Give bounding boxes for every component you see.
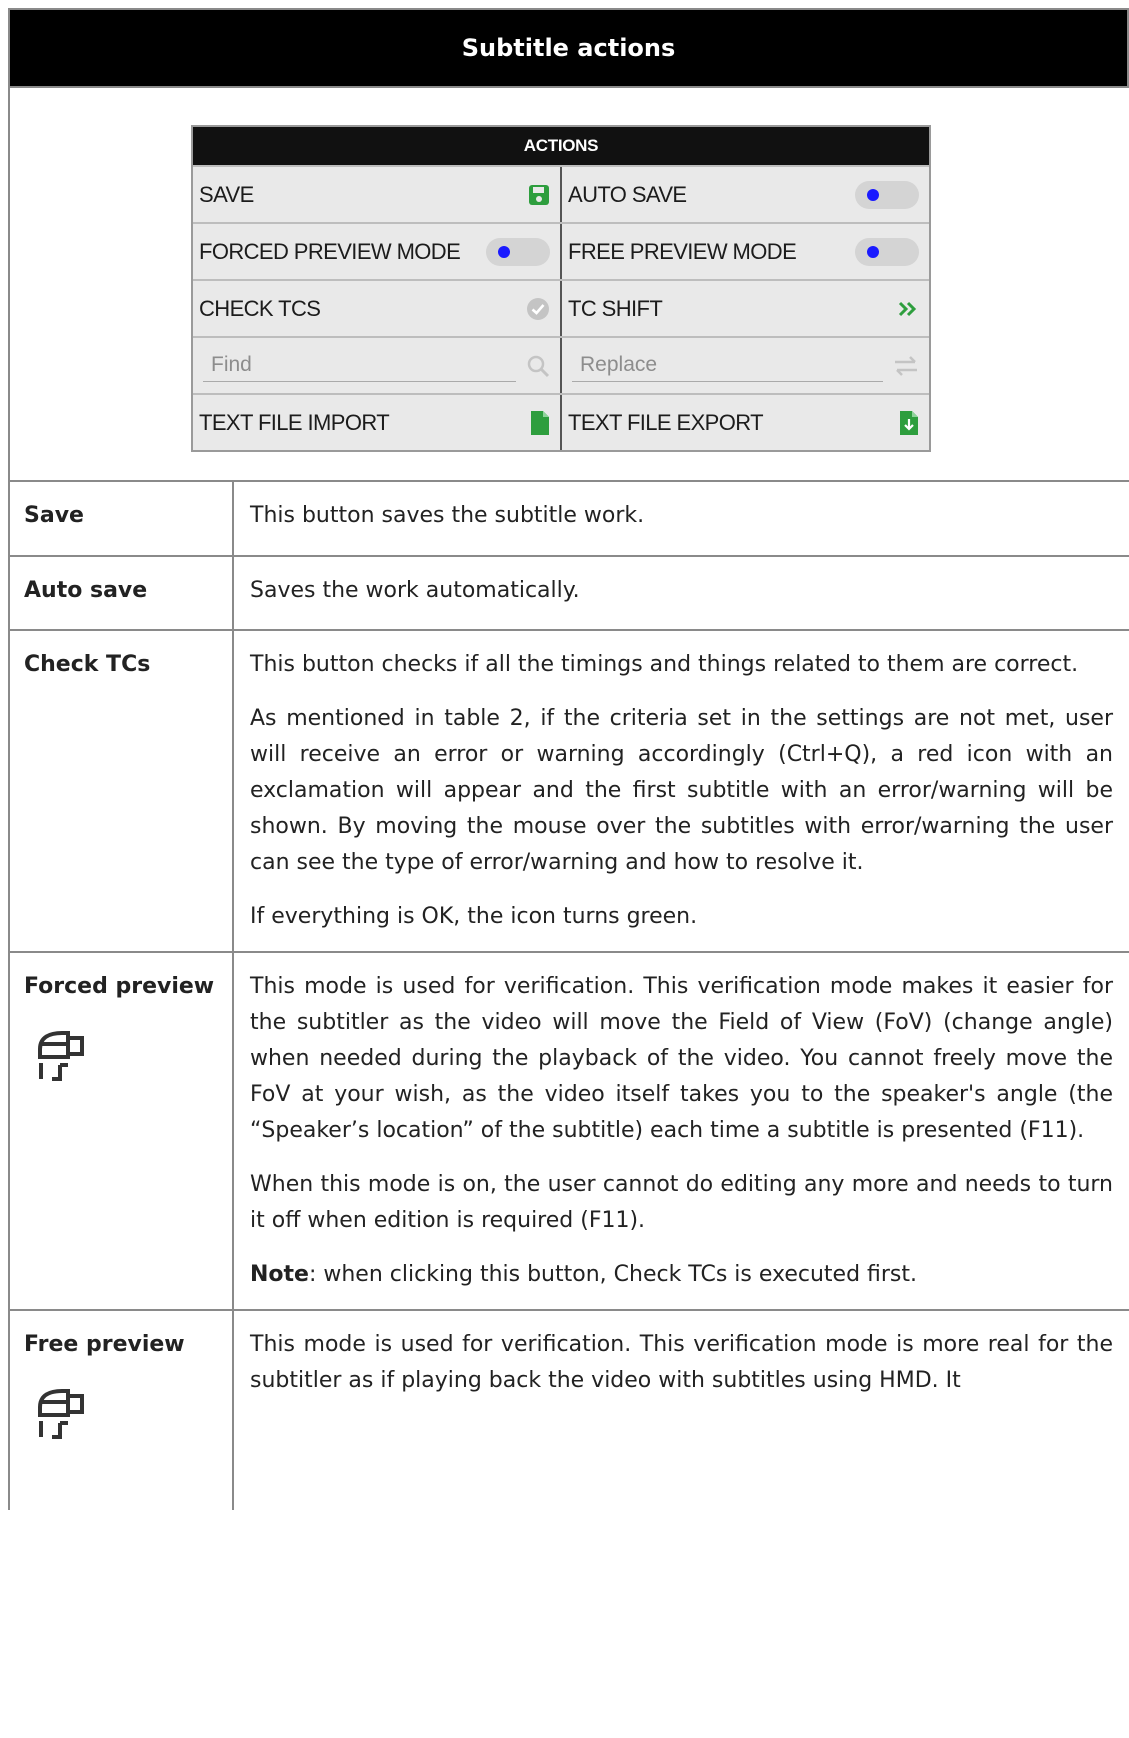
row-description: This button checks if all the timings an… xyxy=(232,630,1129,953)
auto-save-label: AUTO SAVE xyxy=(568,181,687,207)
search-icon[interactable] xyxy=(526,354,550,378)
row-label: Auto save xyxy=(8,556,234,631)
actions-row: TEXT FILE IMPORT TEXT FILE EXPORT xyxy=(193,393,929,450)
row-label: Free preview xyxy=(24,1332,185,1357)
save-button[interactable]: SAVE xyxy=(193,167,560,222)
row-description: This button saves the subtitle work. xyxy=(232,482,1129,557)
actions-row: SAVE AUTO SAVE xyxy=(193,165,929,222)
find-control xyxy=(193,338,560,393)
row-description: Saves the work automatically. xyxy=(232,556,1129,631)
text-file-export-label: TEXT FILE EXPORT xyxy=(568,409,764,435)
find-input[interactable] xyxy=(203,349,516,382)
text-file-import-button[interactable]: TEXT FILE IMPORT xyxy=(193,395,560,450)
forced-preview-control: FORCED PREVIEW MODE xyxy=(193,224,560,279)
table-row: Save This button saves the subtitle work… xyxy=(8,482,1129,557)
check-tcs-button[interactable]: CHECK TCS xyxy=(193,281,560,336)
double-chevron-right-icon xyxy=(898,301,917,316)
actions-row: FORCED PREVIEW MODE FREE PREVIEW MODE xyxy=(193,222,929,279)
section-header: Subtitle actions xyxy=(8,8,1129,88)
table-row: Forced preview This mode is used for ver… xyxy=(8,952,1129,1311)
swap-arrows-icon[interactable] xyxy=(893,355,919,377)
row-label: Save xyxy=(8,482,234,557)
actions-row xyxy=(193,336,929,393)
text-file-export-button[interactable]: TEXT FILE EXPORT xyxy=(560,395,929,450)
file-download-icon xyxy=(900,410,918,435)
floppy-disk-icon xyxy=(529,184,549,205)
row-label-cell: Forced preview xyxy=(8,952,234,1311)
table-row: Free preview This mode is used for verif… xyxy=(8,1310,1129,1510)
vr-headset-icon xyxy=(38,1389,84,1439)
tc-shift-button[interactable]: TC SHIFT xyxy=(560,281,929,336)
auto-save-toggle[interactable] xyxy=(855,180,919,209)
row-label-cell: Free preview xyxy=(8,1310,234,1510)
free-preview-control: FREE PREVIEW MODE xyxy=(560,224,929,279)
actions-screenshot-cell: ACTIONS SAVE AUTO SAVE FORCED PREVIEW MO… xyxy=(8,88,1129,482)
forced-preview-label: FORCED PREVIEW MODE xyxy=(199,238,461,264)
row-description: This mode is used for verification. This… xyxy=(232,952,1129,1311)
table-row: Check TCs This button checks if all the … xyxy=(8,630,1129,953)
section-title: Subtitle actions xyxy=(461,34,676,62)
row-description: This mode is used for verification. This… xyxy=(232,1310,1129,1510)
tc-shift-label: TC SHIFT xyxy=(568,295,663,321)
actions-panel-title: ACTIONS xyxy=(193,127,929,165)
actions-row: CHECK TCS TC SHIFT xyxy=(193,279,929,336)
row-label: Check TCs xyxy=(8,630,234,953)
auto-save-control: AUTO SAVE xyxy=(560,167,929,222)
actions-panel: ACTIONS SAVE AUTO SAVE FORCED PREVIEW MO… xyxy=(191,125,931,452)
actions-description-table: Save This button saves the subtitle work… xyxy=(8,482,1129,1510)
free-preview-label: FREE PREVIEW MODE xyxy=(568,238,797,264)
file-icon xyxy=(531,410,549,435)
row-label: Forced preview xyxy=(24,974,215,999)
free-preview-toggle[interactable] xyxy=(855,237,919,266)
vr-headset-icon xyxy=(38,1031,84,1081)
save-label: SAVE xyxy=(199,181,254,207)
document: Subtitle actions ACTIONS SAVE AUTO SAVE xyxy=(8,8,1129,1510)
forced-preview-toggle[interactable] xyxy=(486,237,550,266)
table-row: Auto save Saves the work automatically. xyxy=(8,556,1129,631)
replace-control xyxy=(560,338,929,393)
check-tcs-label: CHECK TCS xyxy=(199,295,321,321)
text-file-import-label: TEXT FILE IMPORT xyxy=(199,409,390,435)
check-circle-icon xyxy=(527,297,549,320)
replace-input[interactable] xyxy=(572,349,883,382)
